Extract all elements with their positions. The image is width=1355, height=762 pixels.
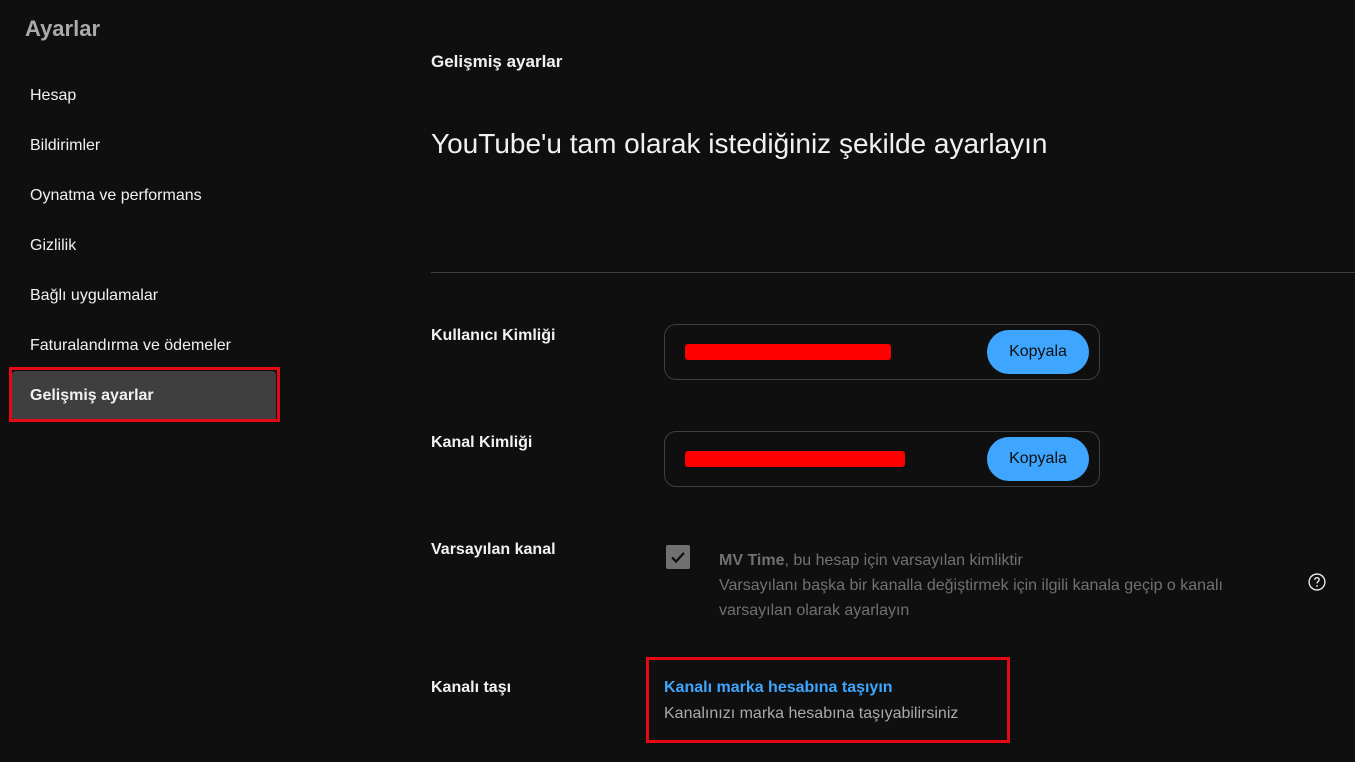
sidebar-item-bagli-uygulamalar[interactable]: Bağlı uygulamalar (12, 271, 276, 321)
sidebar-title: Ayarlar (25, 16, 101, 41)
checkmark-icon (671, 552, 685, 564)
move-channel-label: Kanalı taşı (431, 679, 512, 696)
sidebar-item-gelismis-ayarlar[interactable]: Gelişmiş ayarlar (12, 371, 276, 421)
sidebar-item-gizlilik[interactable]: Gizlilik (12, 221, 276, 271)
sidebar-nav: Hesap Bildirimler Oynatma ve performans … (12, 71, 276, 421)
highlight-box-move-channel (646, 657, 1010, 743)
sidebar-item-bildirimler[interactable]: Bildirimler (12, 121, 276, 171)
move-channel-link[interactable]: Kanalı marka hesabına taşıyın (664, 679, 893, 697)
move-channel-description: Kanalınızı marka hesabına taşıyabilirsin… (664, 705, 959, 722)
sidebar-item-hesap[interactable]: Hesap (12, 71, 276, 121)
page-headline: YouTube'u tam olarak istediğiniz şekilde… (431, 128, 1048, 159)
default-channel-label: Varsayılan kanal (431, 541, 556, 558)
user-id-field: xxxxxxxypxxxy_ Kopyala (664, 324, 1100, 380)
settings-page: Ayarlar Hesap Bildirimler Oynatma ve per… (0, 0, 1355, 762)
sidebar-item-faturalandirma[interactable]: Faturalandırma ve ödemeler (12, 321, 276, 371)
redaction-mark (685, 344, 891, 360)
user-id-label: Kullanıcı Kimliği (431, 327, 556, 344)
redaction-mark (685, 451, 905, 467)
channel-id-label: Kanal Kimliği (431, 434, 533, 451)
sidebar: Ayarlar Hesap Bildirimler Oynatma ve per… (0, 0, 300, 762)
channel-id-field: xxxxxxxypxxxy_xxxxxxxxx Kopyala (664, 431, 1100, 487)
default-channel-line2: Varsayılanı başka bir kanalla değiştirme… (719, 577, 1223, 619)
sidebar-item-oynatma[interactable]: Oynatma ve performans (12, 171, 276, 221)
copy-channel-id-button[interactable]: Kopyala (987, 437, 1089, 481)
help-icon[interactable] (1307, 572, 1327, 592)
copy-user-id-button[interactable]: Kopyala (987, 330, 1089, 374)
default-channel-line1: , bu hesap için varsayılan kimliktir (784, 552, 1023, 569)
default-channel-checkbox[interactable] (666, 545, 690, 569)
divider (431, 272, 1355, 273)
section-title: Gelişmiş ayarlar (431, 52, 563, 71)
default-channel-description: MV Time, bu hesap için varsayılan kimlik… (719, 548, 1299, 623)
default-channel-name: MV Time (719, 552, 785, 569)
